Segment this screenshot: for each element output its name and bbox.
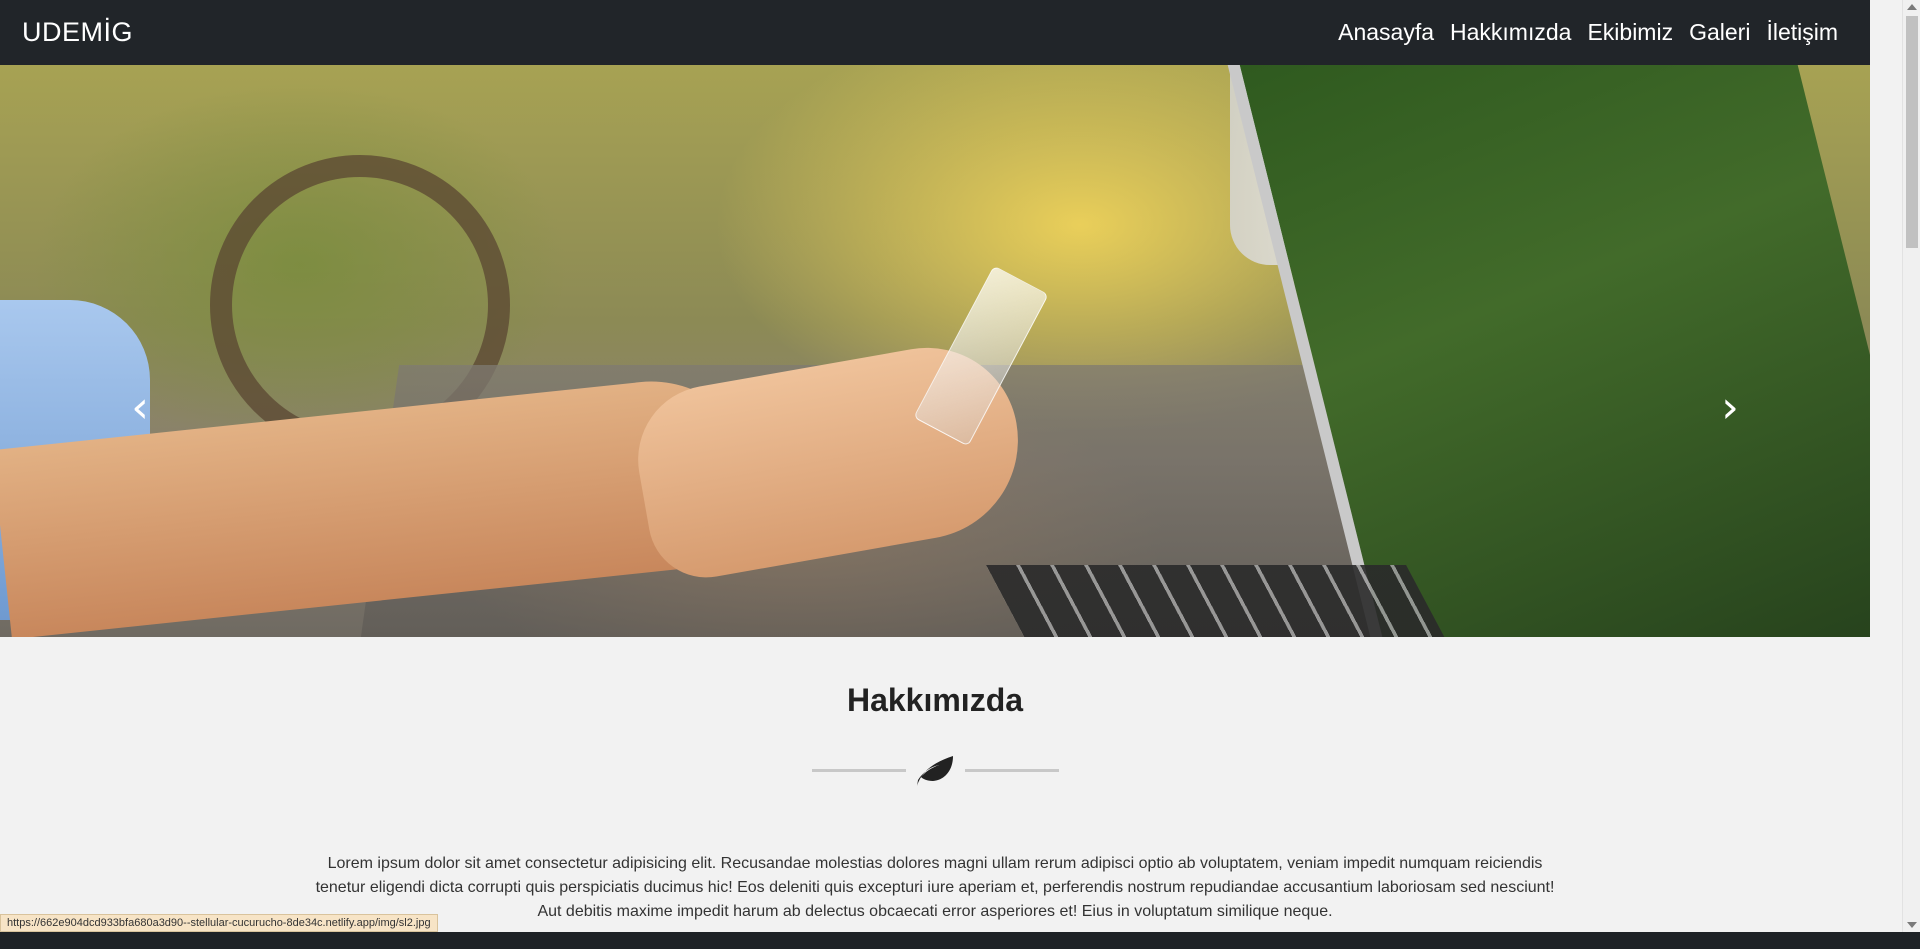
- scrollbar-thumb[interactable]: [1906, 16, 1918, 248]
- brand-logo[interactable]: UDEMİG: [22, 17, 133, 48]
- leaf-icon: [917, 756, 953, 786]
- about-text-line: Aut debitis maxime impedit harum ab dele…: [537, 903, 1333, 920]
- vertical-scrollbar[interactable]: [1902, 0, 1920, 932]
- nav-link-galeri[interactable]: Galeri: [1689, 19, 1750, 46]
- hero-carousel: ‹ ›: [0, 65, 1870, 637]
- nav-link-anasayfa[interactable]: Anasayfa: [1338, 19, 1434, 46]
- nav-link-ekibimiz[interactable]: Ekibimiz: [1587, 19, 1673, 46]
- scroll-down-arrow-icon[interactable]: [1907, 922, 1917, 928]
- about-text-line: Lorem ipsum dolor sit amet consectetur a…: [327, 855, 1543, 872]
- divider-line-left: [812, 769, 906, 772]
- chevron-right-icon: ›: [1721, 382, 1739, 433]
- browser-status-bar: https://662e904dcd933bfa680a3d90--stellu…: [0, 914, 438, 932]
- scroll-up-arrow-icon[interactable]: [1907, 4, 1917, 10]
- section-divider: [812, 752, 1059, 788]
- carousel-prev-button[interactable]: ‹: [120, 383, 160, 433]
- carousel-next-button[interactable]: ›: [1710, 383, 1750, 433]
- about-paragraph: Lorem ipsum dolor sit amet consectetur a…: [290, 852, 1580, 924]
- nav-links: Anasayfa Hakkımızda Ekibimiz Galeri İlet…: [1338, 19, 1838, 46]
- carousel-image-keyboard: [986, 565, 1454, 637]
- browser-viewport: UDEMİG Anasayfa Hakkımızda Ekibimiz Gale…: [0, 0, 1920, 932]
- nav-link-hakkimizda[interactable]: Hakkımızda: [1450, 19, 1571, 46]
- nav-link-iletisim[interactable]: İletişim: [1766, 19, 1838, 46]
- navbar: UDEMİG Anasayfa Hakkımızda Ekibimiz Gale…: [0, 0, 1870, 65]
- about-section-title: Hakkımızda: [846, 682, 1024, 718]
- chevron-left-icon: ‹: [131, 382, 149, 433]
- about-text-line: tenetur eligendi dicta corrupti quis per…: [315, 879, 1555, 896]
- divider-line-right: [965, 769, 1059, 772]
